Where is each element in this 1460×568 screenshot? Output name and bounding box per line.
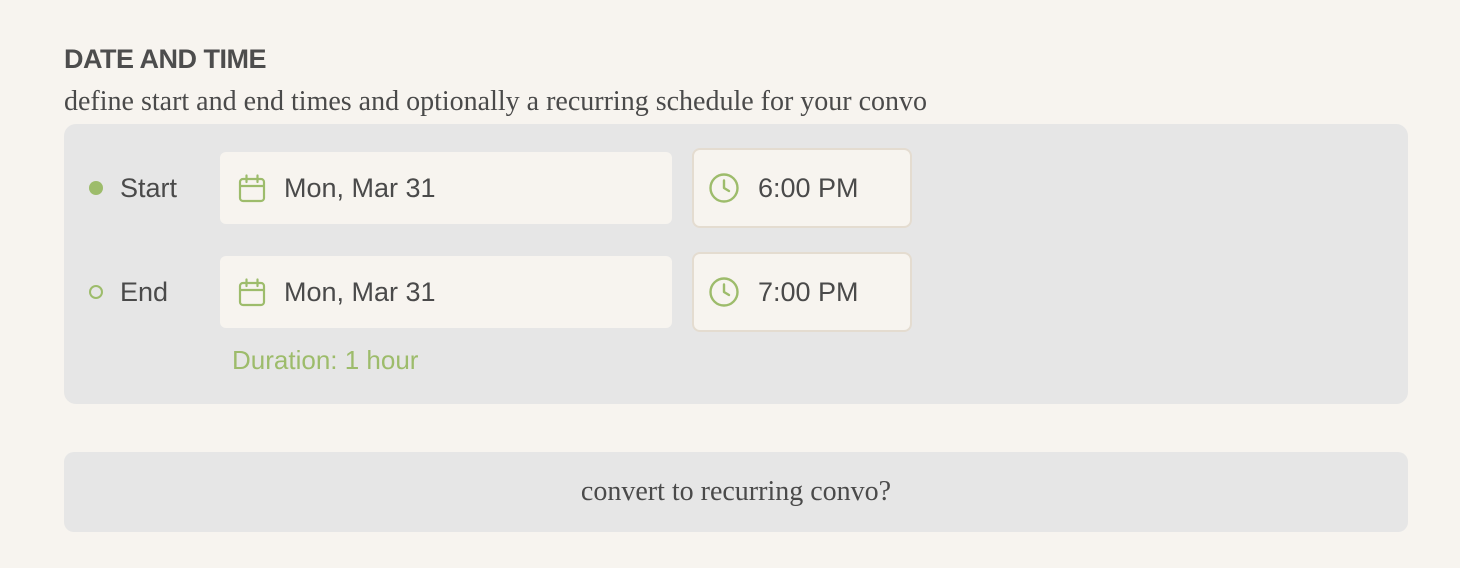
start-row: Start Mon, Mar 31 6:00 PM [64, 148, 1408, 228]
calendar-icon [238, 174, 266, 203]
start-indicator-dot [89, 181, 103, 195]
clock-icon [709, 173, 739, 203]
start-date-value: Mon, Mar 31 [284, 173, 436, 203]
clock-icon [709, 277, 739, 307]
start-time-value: 6:00 PM [758, 173, 859, 203]
start-date-picker[interactable]: Mon, Mar 31 [220, 152, 672, 224]
date-time-panel: Start Mon, Mar 31 6:00 PM End Mon, Mar 3… [64, 124, 1408, 404]
end-date-picker[interactable]: Mon, Mar 31 [220, 256, 672, 328]
section-title: DATE AND TIME [64, 44, 267, 74]
end-time-value: 7:00 PM [758, 277, 859, 307]
section-subtitle: define start and end times and optionall… [64, 86, 928, 117]
end-label: End [120, 277, 169, 307]
start-label: Start [120, 173, 178, 203]
end-row: End Mon, Mar 31 7:00 PM [64, 252, 1408, 332]
end-indicator-dot [89, 285, 103, 299]
end-date-value: Mon, Mar 31 [284, 277, 436, 307]
end-time-picker[interactable]: 7:00 PM [692, 252, 912, 332]
convert-to-recurring-button[interactable]: convert to recurring convo? [64, 452, 1408, 532]
calendar-icon [238, 278, 266, 307]
duration-text: Duration: 1 hour [232, 345, 419, 375]
start-time-picker[interactable]: 6:00 PM [692, 148, 912, 228]
